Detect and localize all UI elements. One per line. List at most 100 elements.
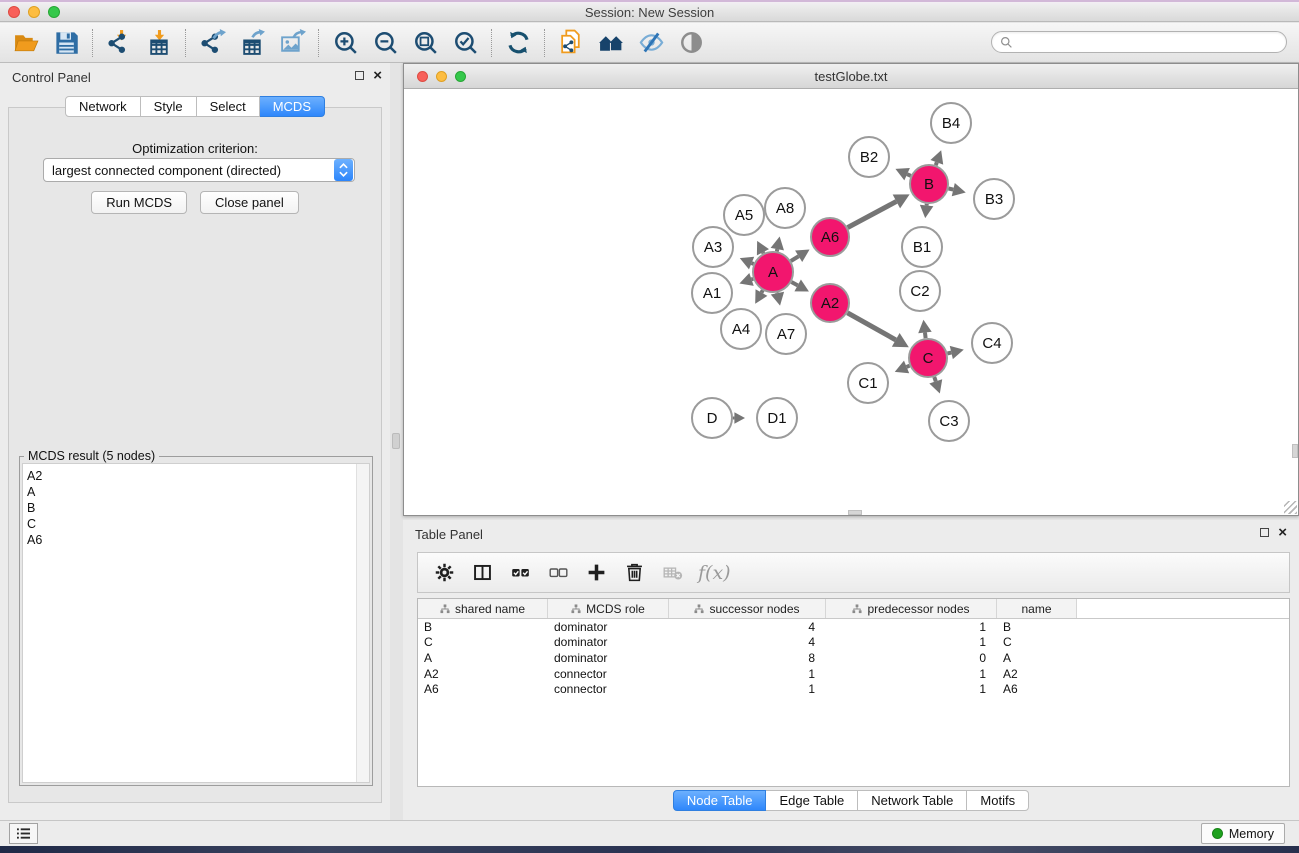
tab-style[interactable]: Style	[141, 96, 197, 117]
zoom-out-button[interactable]	[365, 26, 405, 60]
save-session-button[interactable]	[46, 26, 86, 60]
tab-node-table[interactable]: Node Table	[673, 790, 767, 811]
table-settings-button[interactable]	[430, 558, 458, 588]
column-header-successor-nodes[interactable]: successor nodes	[669, 599, 826, 618]
tab-mcds[interactable]: MCDS	[260, 96, 325, 117]
new-network-from-selection-button[interactable]	[551, 26, 591, 60]
graph-edge-B-B4[interactable]	[936, 162, 937, 165]
float-panel-button[interactable]	[355, 71, 364, 80]
table-row[interactable]: Bdominator41B	[418, 619, 1289, 635]
apply-layout-button[interactable]	[498, 26, 538, 60]
column-header-MCDS-role[interactable]: MCDS role	[548, 599, 669, 618]
function-builder-button[interactable]: f(x)	[696, 562, 731, 584]
mcds-result-list[interactable]: A2ABCA6	[22, 463, 370, 783]
import-table-button[interactable]	[139, 26, 179, 60]
graph-edge-C-C1[interactable]	[907, 366, 910, 367]
result-list-scrollbar[interactable]	[356, 464, 369, 782]
result-list-item[interactable]: A6	[27, 532, 356, 548]
run-mcds-button[interactable]: Run MCDS	[91, 191, 187, 214]
graph-node-label: A7	[777, 326, 795, 343]
edge-arrowhead	[952, 183, 966, 196]
canvas-bottom-scroll-mark[interactable]	[848, 510, 862, 515]
graph-edge-A-A4[interactable]	[761, 290, 762, 292]
export-network-button[interactable]	[192, 26, 232, 60]
zoom-fit-button[interactable]	[405, 26, 445, 60]
export-table-button[interactable]	[232, 26, 272, 60]
result-list-item[interactable]: B	[27, 500, 356, 516]
table-row[interactable]: A2connector11A2	[418, 666, 1289, 682]
column-header-shared-name[interactable]: shared name	[418, 599, 548, 618]
graph-node-label: A2	[821, 295, 839, 312]
graph-edge-A-A3[interactable]	[752, 263, 754, 264]
table-cell: 1	[669, 667, 826, 681]
unselect-all-columns-button[interactable]	[544, 558, 572, 588]
tab-edge-table[interactable]: Edge Table	[766, 790, 858, 811]
graph-edge-C-C2[interactable]	[925, 333, 926, 339]
show-graphics-details-button[interactable]	[671, 26, 711, 60]
zoom-selected-button[interactable]	[445, 26, 485, 60]
split-pane-divider[interactable]	[390, 63, 403, 820]
graph-edge-B-B3[interactable]	[948, 188, 953, 189]
close-table-panel-button[interactable]: ×	[1278, 527, 1287, 538]
table-row[interactable]: Adominator80A	[418, 650, 1289, 666]
table-cell: B	[997, 620, 1077, 634]
node-table[interactable]: shared nameMCDS rolesuccessor nodesprede…	[417, 598, 1290, 787]
tab-network[interactable]: Network	[65, 96, 141, 117]
canvas-right-scroll-mark[interactable]	[1292, 444, 1298, 458]
graph-node-label: D	[707, 410, 718, 427]
import-network-button[interactable]	[99, 26, 139, 60]
table-row[interactable]: A6connector11A6	[418, 681, 1289, 697]
close-panel-button[interactable]: Close panel	[200, 191, 299, 214]
search-input[interactable]	[1013, 33, 1286, 51]
graph-edge-A-A1[interactable]	[752, 279, 754, 280]
zoom-in-button[interactable]	[325, 26, 365, 60]
search-box[interactable]	[991, 31, 1287, 53]
memory-button[interactable]: Memory	[1201, 823, 1285, 844]
table-row[interactable]: Cdominator41C	[418, 635, 1289, 651]
optimization-criterion-select[interactable]: largest connected component (directed)	[43, 158, 355, 182]
table-toolbar-buttons	[430, 558, 686, 588]
create-column-button[interactable]	[582, 558, 610, 588]
show-columns-button[interactable]	[468, 558, 496, 588]
column-header-name[interactable]: name	[997, 599, 1077, 618]
graph-edge-A6-B[interactable]	[848, 201, 897, 227]
table-cell: 1	[826, 682, 997, 696]
column-header-predecessor-nodes[interactable]: predecessor nodes	[826, 599, 997, 618]
memory-label: Memory	[1229, 827, 1274, 841]
graph-edge-C-C4[interactable]	[947, 353, 951, 354]
divider-handle[interactable]	[392, 433, 400, 449]
toolbar-separator	[92, 29, 93, 57]
close-panel-icon-button[interactable]: ×	[373, 70, 382, 81]
network-canvas[interactable]: AA1A2A3A4A5A6A7A8BB1B2B3B4CC1C2C3C4DD1	[404, 89, 1298, 515]
select-all-columns-button[interactable]	[506, 558, 534, 588]
tab-network-table[interactable]: Network Table	[858, 790, 967, 811]
graph-edge-A-A6[interactable]	[791, 256, 799, 261]
application-window: Session: New Session Control Panel × Net…	[0, 0, 1299, 853]
table-cell: 1	[826, 667, 997, 681]
hide-selected-button[interactable]	[631, 26, 671, 60]
delete-table-button[interactable]	[658, 558, 686, 588]
result-list-item[interactable]: C	[27, 516, 356, 532]
edge-arrowhead	[771, 237, 784, 251]
eye-slash-icon	[638, 29, 665, 56]
edge-arrowhead	[920, 205, 934, 218]
first-neighbors-button[interactable]	[591, 26, 631, 60]
check-pair-icon	[510, 562, 531, 583]
open-file-button[interactable]	[6, 26, 46, 60]
graph-node-label: A4	[732, 321, 750, 338]
graph-edge-C-C3[interactable]	[934, 377, 935, 381]
graph-edge-A2-C[interactable]	[847, 313, 895, 340]
graph-edge-A-A5[interactable]	[763, 252, 764, 253]
result-list-item[interactable]: A2	[27, 468, 356, 484]
tab-select[interactable]: Select	[197, 96, 260, 117]
tab-motifs[interactable]: Motifs	[967, 790, 1029, 811]
task-history-button[interactable]	[9, 823, 38, 844]
window-resize-grip[interactable]	[1284, 501, 1297, 514]
delete-columns-button[interactable]	[620, 558, 648, 588]
column-type-icon	[571, 604, 581, 614]
graph-edge-A-A2[interactable]	[791, 282, 797, 285]
result-list-item[interactable]: A	[27, 484, 356, 500]
graph-edge-B-B2[interactable]	[907, 174, 911, 176]
float-table-panel-button[interactable]	[1260, 528, 1269, 537]
export-image-button[interactable]	[272, 26, 312, 60]
